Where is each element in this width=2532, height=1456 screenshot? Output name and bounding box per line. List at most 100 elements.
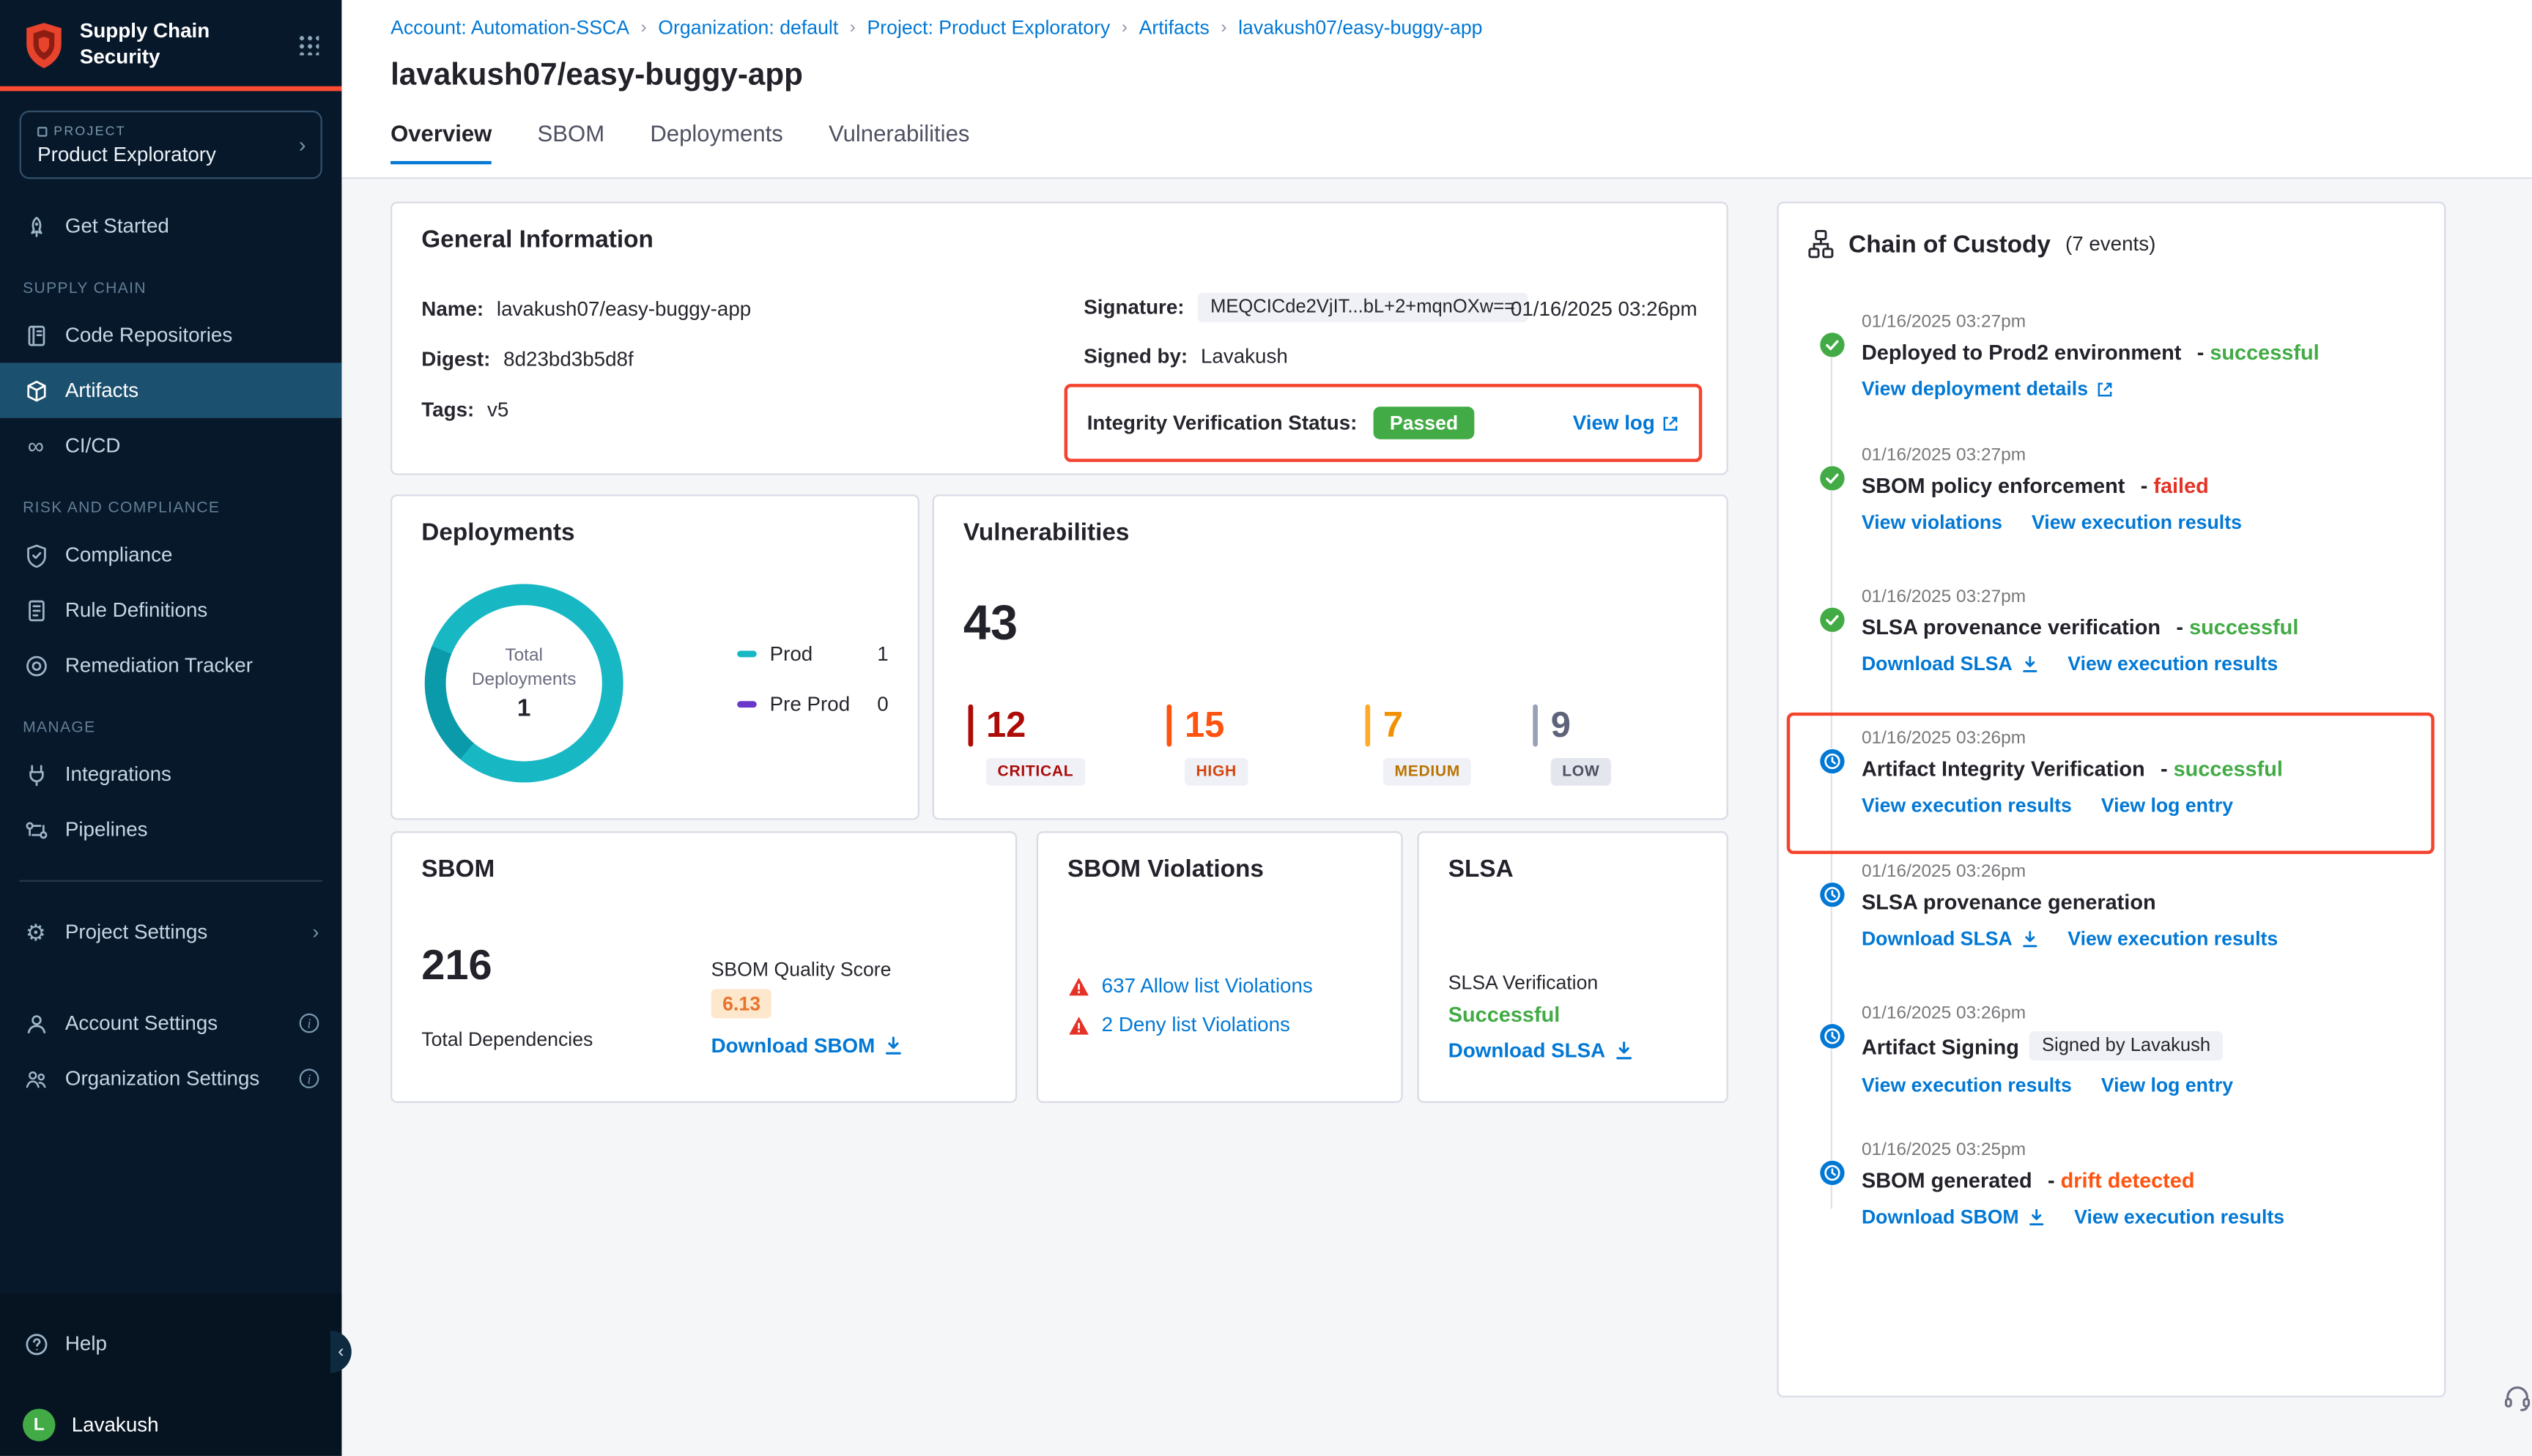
artifact-digest: 8d23bd3b5d8f (503, 348, 634, 371)
medium-bar (1366, 705, 1371, 747)
plug-icon (23, 762, 49, 788)
view-log-link[interactable]: View log (1573, 412, 1679, 434)
sbom-quality-score-badge: 6.13 (711, 989, 772, 1018)
warning-icon (1067, 1014, 1090, 1036)
medium-count: 7 (1383, 705, 1403, 747)
slsa-verification-label: SLSA Verification (1448, 971, 1598, 994)
page-title: lavakush07/easy-buggy-app (390, 59, 2532, 94)
view-execution-results-link[interactable]: View execution results (1862, 794, 2072, 817)
low-badge: LOW (1551, 758, 1611, 786)
sidebar-item-get-started[interactable]: Get Started (0, 199, 341, 255)
main-area: Account: Automation-SSCA › Organization:… (341, 0, 2532, 1456)
breadcrumb-project[interactable]: Project: Product Exploratory (867, 16, 1110, 39)
app-title: Supply ChainSecurity (80, 20, 298, 70)
sidebar-item-help[interactable]: Help (0, 1316, 341, 1372)
stat-high: 15 HIGH (1167, 705, 1248, 786)
chevron-right-icon: › (1221, 18, 1226, 37)
view-execution-results-link[interactable]: View execution results (2074, 1206, 2284, 1228)
gear-icon: ⚙ (23, 919, 49, 946)
download-icon (2027, 1208, 2045, 1225)
sidebar-item-project-settings[interactable]: ⚙ Project Settings › (0, 905, 341, 960)
view-execution-results-link[interactable]: View execution results (1862, 1074, 2072, 1096)
sidebar-item-remediation-tracker[interactable]: Remediation Tracker (0, 638, 341, 694)
card-title: Vulnerabilities (963, 519, 1130, 547)
sidebar-item-integrations[interactable]: Integrations (0, 747, 341, 803)
view-log-entry-link[interactable]: View log entry (2101, 1074, 2233, 1096)
chevron-right-icon: › (1122, 18, 1128, 37)
signature-value: MEQCICde2VjIT...bL+2+mqnOXw== (1197, 293, 1528, 322)
card-title: SBOM (421, 855, 495, 883)
sidebar-item-rule-definitions[interactable]: Rule Definitions (0, 583, 341, 639)
cube-icon (23, 378, 49, 404)
tab-overview[interactable]: Overview (390, 120, 492, 164)
general-information-card: General Information Name: lavakush07/eas… (390, 201, 1728, 475)
tab-deployments[interactable]: Deployments (650, 120, 782, 164)
view-execution-results-link[interactable]: View execution results (2032, 510, 2242, 533)
integrity-verification-row-highlight: Integrity Verification Status: Passed Vi… (1065, 384, 1703, 462)
critical-bar (969, 705, 974, 747)
sidebar-item-account-settings[interactable]: Account Settings i (0, 996, 341, 1052)
view-log-entry-link[interactable]: View log entry (2101, 794, 2233, 817)
coc-event-slsa-provenance-verification: 01/16/2025 03:27pm SLSA provenance verif… (1779, 587, 2444, 675)
breadcrumb-account[interactable]: Account: Automation-SSCA (390, 16, 629, 39)
people-icon (23, 1066, 49, 1092)
signature-timestamp: 01/16/2025 03:26pm (1511, 297, 1698, 320)
target-icon (23, 653, 49, 679)
support-headset-icon[interactable] (2503, 1383, 2532, 1412)
view-violations-link[interactable]: View violations (1862, 510, 2002, 533)
breadcrumb-organization[interactable]: Organization: default (658, 16, 838, 39)
chevron-right-icon: › (312, 921, 319, 944)
sidebar-item-artifacts[interactable]: Artifacts (0, 363, 341, 419)
download-slsa-link[interactable]: Download SLSA (1862, 927, 2038, 950)
signed-by-row: Signed by: Lavakush (1084, 345, 1288, 368)
help-icon (23, 1331, 49, 1357)
tab-vulnerabilities[interactable]: Vulnerabilities (829, 120, 969, 164)
view-execution-results-link[interactable]: View execution results (2068, 653, 2278, 675)
breadcrumb-artifacts[interactable]: Artifacts (1139, 16, 1210, 39)
project-selector[interactable]: PROJECT Product Exploratory › (20, 111, 322, 179)
download-slsa-link[interactable]: Download SLSA (1862, 653, 2038, 675)
chain-of-custody-icon (1808, 229, 1835, 259)
allow-list-violations-link[interactable]: 637 Allow list Violations (1102, 974, 1313, 997)
high-badge: HIGH (1185, 758, 1248, 786)
tab-sbom[interactable]: SBOM (538, 120, 605, 164)
pre-prod-count: 0 (877, 693, 888, 716)
download-icon (1613, 1041, 1633, 1061)
event-success-icon (1819, 465, 1846, 491)
sbom-quality-score-label: SBOM Quality Score (711, 958, 892, 981)
download-icon (883, 1036, 903, 1056)
download-sbom-link[interactable]: Download SBOM (1862, 1206, 2045, 1228)
card-title: General Information (421, 226, 654, 254)
card-title: Deployments (421, 519, 574, 547)
coc-event-slsa-provenance-generation: 01/16/2025 03:26pm SLSA provenance gener… (1779, 862, 2444, 950)
breadcrumb: Account: Automation-SSCA › Organization:… (390, 16, 2532, 39)
sidebar-item-organization-settings[interactable]: Organization Settings i (0, 1051, 341, 1107)
chain-of-custody-header: Chain of Custody (7 events) (1808, 229, 2156, 259)
info-icon: i (300, 1014, 319, 1033)
download-sbom-link[interactable]: Download SBOM (711, 1035, 903, 1058)
sidebar-item-code-repositories[interactable]: Code Repositories (0, 308, 341, 363)
sidebar-user[interactable]: L Lavakush (0, 1397, 341, 1453)
project-selector-name: Product Exploratory (37, 144, 304, 166)
legend-item-pre-prod: Pre Prod 0 (737, 693, 889, 716)
download-slsa-link[interactable]: Download SLSA (1448, 1039, 1633, 1062)
breadcrumb-current[interactable]: lavakush07/easy-buggy-app (1238, 16, 1482, 39)
critical-badge: CRITICAL (986, 758, 1085, 786)
apps-grid-icon[interactable] (297, 34, 319, 56)
sidebar-item-compliance[interactable]: Compliance (0, 527, 341, 583)
signature-row: Signature: MEQCICde2VjIT...bL+2+mqnOXw== (1084, 293, 1528, 322)
deny-list-violations-link[interactable]: 2 Deny list Violations (1102, 1014, 1290, 1036)
shield-check-icon (23, 542, 49, 568)
coc-event-sbom-generated: 01/16/2025 03:25pm SBOM generateddrift d… (1779, 1140, 2444, 1228)
coc-event-artifact-integrity-verification: 01/16/2025 03:26pm Artifact Integrity Ve… (1779, 729, 2444, 817)
prod-swatch (737, 650, 757, 657)
project-selector-label: PROJECT (37, 124, 304, 138)
sidebar-item-pipelines[interactable]: Pipelines (0, 803, 341, 858)
pipeline-icon (23, 817, 49, 844)
event-attestation-icon (1819, 1160, 1846, 1186)
view-execution-results-link[interactable]: View execution results (2068, 927, 2278, 950)
sidebar-item-cicd[interactable]: ∞ CI/CD (0, 418, 341, 474)
external-link-icon (1662, 414, 1679, 431)
content-area: General Information Name: lavakush07/eas… (341, 179, 2532, 1456)
view-deployment-details-link[interactable]: View deployment details (1862, 377, 2114, 400)
